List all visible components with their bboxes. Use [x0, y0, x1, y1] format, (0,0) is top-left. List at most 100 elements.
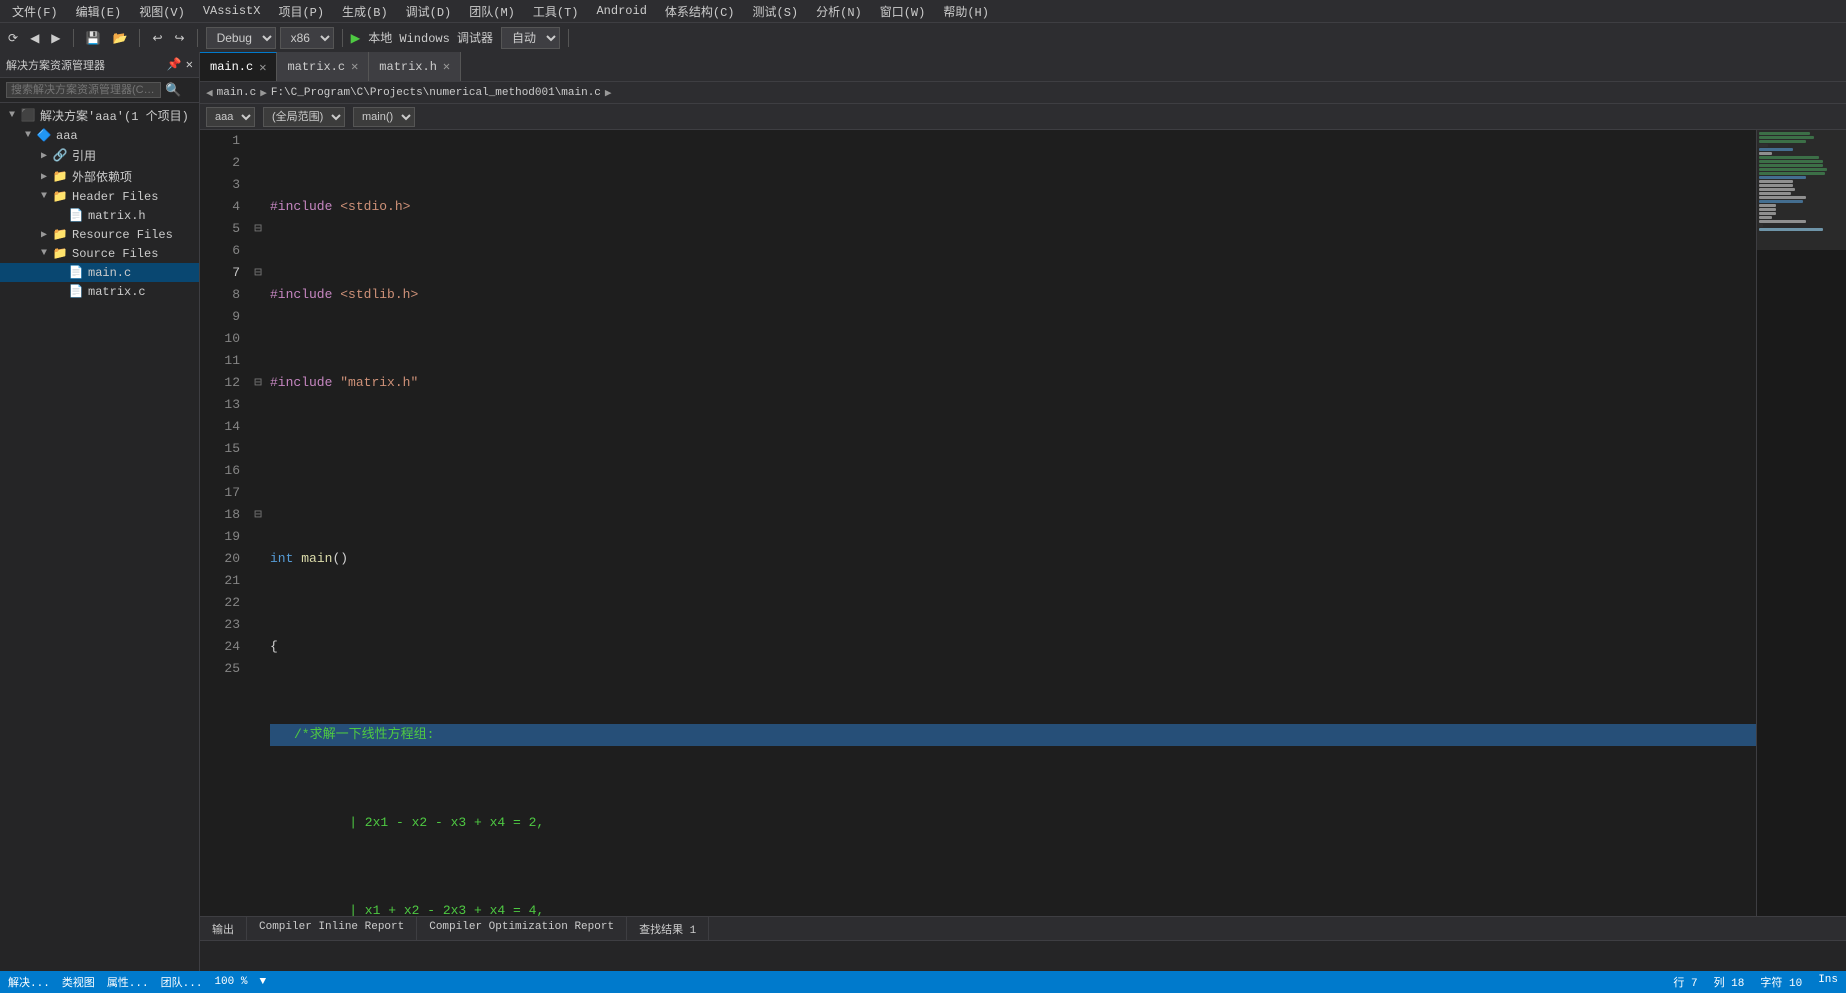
code-content[interactable]: #include <stdio.h> #include <stdlib.h> #…: [266, 130, 1756, 916]
ln-24: 24: [200, 636, 240, 658]
sidebar-title: 解决方案资源管理器: [6, 57, 105, 73]
tree-matrix-c[interactable]: 📄 matrix.c: [0, 282, 199, 301]
file-filter-dropdown[interactable]: aaa: [206, 107, 255, 127]
project-label: aaa: [56, 129, 78, 143]
menu-team[interactable]: 团队(M): [461, 1, 523, 22]
tab-matrix-c-label: matrix.c: [287, 60, 345, 74]
sidebar-icons: 📌 ✕: [167, 57, 193, 72]
tree-external-deps[interactable]: ▶ 📁 外部依赖项: [0, 166, 199, 187]
toolbar: ⟳ ◀ ▶ 💾 📂 ↩ ↪ Debug x86 ▶ 本地 Windows 调试器…: [0, 22, 1846, 52]
status-project[interactable]: 解决...: [8, 974, 50, 990]
menu-arch[interactable]: 体系结构(C): [657, 1, 743, 22]
scope-filter-dropdown[interactable]: (全局范围): [263, 107, 345, 127]
toolbar-save-all[interactable]: 💾: [82, 29, 105, 47]
external-deps-icon: 📁: [52, 169, 68, 184]
toolbar-sep4: [342, 29, 343, 47]
status-class-view[interactable]: 类视图: [62, 974, 95, 990]
ln-14: 14: [200, 416, 240, 438]
toolbar-open[interactable]: 📂: [108, 29, 131, 47]
project-icon: 🔷: [36, 128, 52, 143]
tab-matrix-c-close[interactable]: ✕: [351, 59, 358, 74]
menu-vassist[interactable]: VAssistX: [195, 2, 269, 20]
toolbar-forward[interactable]: ▶: [47, 29, 64, 47]
include-str-2: <stdlib.h>: [340, 284, 418, 306]
minimap: [1756, 130, 1846, 916]
tree-main-c[interactable]: 📄 main.c: [0, 263, 199, 282]
nav-forward-icon[interactable]: ▶: [605, 86, 612, 100]
sidebar-titlebar: 解决方案资源管理器 📌 ✕: [0, 52, 199, 78]
tree-header-files[interactable]: ▼ 📁 Header Files: [0, 187, 199, 206]
sidebar-search-input[interactable]: [6, 82, 161, 98]
menu-test[interactable]: 测试(S): [745, 1, 807, 22]
code-line-8: | 2x1 - x2 - x3 + x4 = 2,: [270, 812, 1756, 834]
tab-matrix-h-close[interactable]: ✕: [443, 59, 450, 74]
matrix-c-label: matrix.c: [88, 285, 146, 299]
menu-tools[interactable]: 工具(T): [525, 1, 587, 22]
tree-matrix-h[interactable]: 📄 matrix.h: [0, 206, 199, 225]
fold-18[interactable]: ⊟: [250, 504, 266, 526]
run-button[interactable]: ▶: [351, 28, 361, 48]
fold-5[interactable]: ⊟: [250, 218, 266, 240]
tab-main-c-close[interactable]: ✕: [259, 60, 266, 75]
run-label: 本地 Windows 调试器: [364, 29, 497, 46]
toolbar-new[interactable]: ⟳: [4, 29, 22, 47]
matrix-h-icon: 📄: [68, 208, 84, 223]
status-team[interactable]: 团队...: [161, 974, 203, 990]
tree-references[interactable]: ▶ 🔗 引用: [0, 145, 199, 166]
menu-file[interactable]: 文件(F): [4, 1, 66, 22]
tab-main-c[interactable]: main.c ✕: [200, 52, 277, 81]
tab-output[interactable]: 输出: [200, 917, 247, 940]
toolbar-redo[interactable]: ↪: [171, 29, 189, 47]
fold-7[interactable]: ⊟: [250, 262, 266, 284]
status-properties[interactable]: 属性...: [107, 974, 149, 990]
brace-open-6: {: [270, 636, 278, 658]
ln-5: 5: [200, 218, 240, 240]
toolbar-undo[interactable]: ↩: [148, 29, 166, 47]
tab-find-results[interactable]: 查找结果 1: [627, 917, 709, 940]
breadcrumb-path: F:\C_Program\C\Projects\numerical_method…: [271, 87, 601, 99]
comment-9: | x1 + x2 - 2x3 + x4 = 4,: [318, 900, 544, 916]
menu-help[interactable]: 帮助(H): [935, 1, 997, 22]
status-zoom[interactable]: 100 %: [214, 976, 247, 988]
menu-edit[interactable]: 编辑(E): [68, 1, 130, 22]
breadcrumb-file: main.c: [217, 87, 257, 99]
mode-dropdown[interactable]: 自动: [501, 27, 560, 49]
platform-dropdown[interactable]: x86: [280, 27, 334, 49]
menu-debug[interactable]: 调试(D): [398, 1, 460, 22]
config-dropdown[interactable]: Debug: [206, 27, 276, 49]
code-line-1: #include <stdio.h>: [270, 196, 1756, 218]
resource-files-label: Resource Files: [72, 228, 173, 242]
external-deps-label: 外部依赖项: [72, 168, 132, 185]
menu-view[interactable]: 视图(V): [131, 1, 193, 22]
ln-18: 18: [200, 504, 240, 526]
fold-12[interactable]: ⊟: [250, 372, 266, 394]
tree-resource-files[interactable]: ▶ 📁 Resource Files: [0, 225, 199, 244]
menu-analyze[interactable]: 分析(N): [808, 1, 870, 22]
menu-window[interactable]: 窗口(W): [872, 1, 934, 22]
tab-compiler-opt[interactable]: Compiler Optimization Report: [417, 917, 627, 940]
tree-solution[interactable]: ▼ ⬛ 解决方案'aaa'(1 个项目): [0, 105, 199, 126]
function-filter-dropdown[interactable]: main(): [353, 107, 415, 127]
main-c-file-icon: 📄: [68, 265, 84, 280]
ln-21: 21: [200, 570, 240, 592]
bottom-panel: 输出 Compiler Inline Report Compiler Optim…: [200, 916, 1846, 971]
tab-matrix-c[interactable]: matrix.c ✕: [277, 52, 369, 81]
menu-android[interactable]: Android: [588, 2, 654, 20]
tab-compiler-inline[interactable]: Compiler Inline Report: [247, 917, 417, 940]
search-icon[interactable]: 🔍: [165, 83, 181, 98]
tab-matrix-h[interactable]: matrix.h ✕: [369, 52, 461, 81]
menu-project[interactable]: 项目(P): [270, 1, 332, 22]
references-arrow-icon: ▶: [36, 150, 52, 162]
zoom-dropdown-icon[interactable]: ▼: [259, 976, 266, 988]
tree-project[interactable]: ▼ 🔷 aaa: [0, 126, 199, 145]
sidebar-close-icon[interactable]: ✕: [186, 57, 193, 72]
tab-main-c-label: main.c: [210, 60, 253, 74]
code-line-4: [270, 460, 1756, 482]
menu-build[interactable]: 生成(B): [334, 1, 396, 22]
sidebar-pin-icon[interactable]: 📌: [167, 57, 182, 72]
tree-source-files[interactable]: ▼ 📁 Source Files: [0, 244, 199, 263]
include-str-1: <stdio.h>: [340, 196, 410, 218]
toolbar-back[interactable]: ◀: [26, 29, 43, 47]
matrix-c-file-icon: 📄: [68, 284, 84, 299]
nav-back-icon[interactable]: ◀: [206, 86, 213, 100]
